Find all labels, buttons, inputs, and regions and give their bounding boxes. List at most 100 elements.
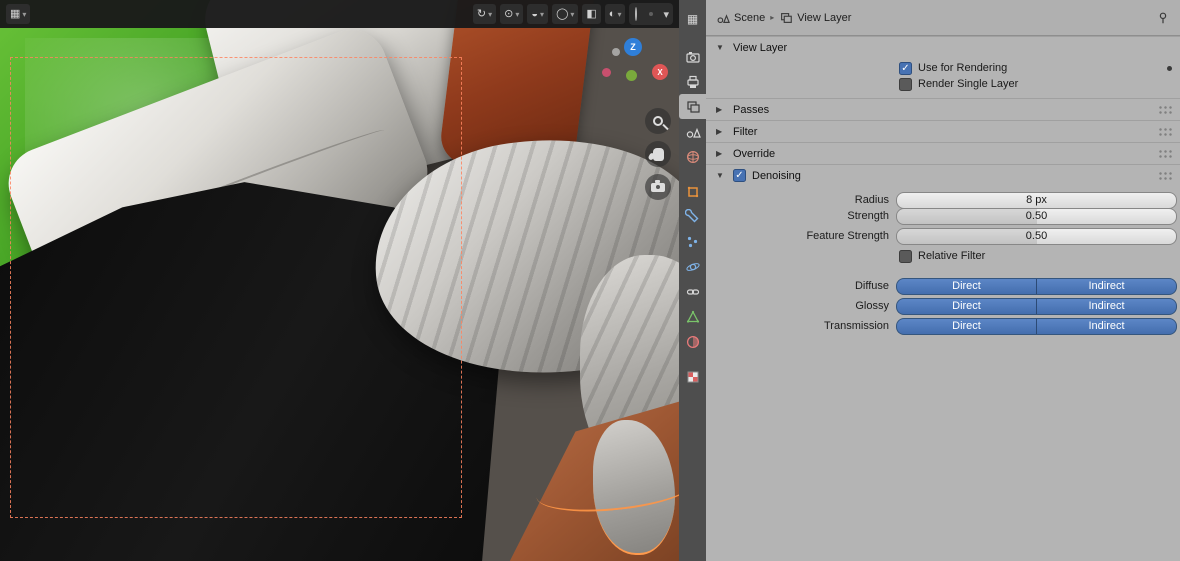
shading-rendered-button[interactable] bbox=[656, 12, 660, 16]
transmission-row: Transmission Direct Indirect bbox=[706, 316, 1180, 336]
tab-material[interactable] bbox=[679, 329, 706, 354]
feature-strength-row: Feature Strength 0.50 bbox=[706, 226, 1180, 246]
diffuse-indirect-button[interactable]: Indirect bbox=[1037, 277, 1177, 295]
tab-world[interactable] bbox=[679, 144, 706, 169]
tab-texture[interactable] bbox=[679, 364, 706, 389]
scene-icon bbox=[686, 127, 701, 138]
strength-label: Strength bbox=[847, 210, 889, 222]
panel-title: Denoising bbox=[752, 169, 801, 182]
scene-icon bbox=[717, 13, 730, 23]
glossy-indirect-button[interactable]: Indirect bbox=[1037, 297, 1177, 315]
xray-toggle[interactable]: ◧ bbox=[582, 4, 601, 24]
render-single-layer-row: Render Single Layer bbox=[706, 77, 1180, 98]
slider-fill bbox=[897, 208, 1037, 224]
wireframe-icon bbox=[635, 7, 638, 21]
breadcrumb-view-layer[interactable]: View Layer bbox=[779, 11, 851, 25]
slider-fill bbox=[897, 228, 1037, 244]
chevron-down-icon: ▾ bbox=[570, 9, 575, 19]
keyframe-decorator-dot[interactable] bbox=[1167, 65, 1172, 71]
overlays-toggle[interactable]: ◐ ▾ bbox=[604, 4, 626, 24]
tab-physics[interactable] bbox=[679, 254, 706, 279]
panel-drag-grip[interactable] bbox=[1158, 127, 1172, 136]
camera-view-button[interactable] bbox=[645, 174, 671, 200]
gizmo-y-axis[interactable] bbox=[626, 70, 637, 81]
gizmo-neg-x-axis[interactable] bbox=[602, 68, 611, 77]
transmission-direct-button[interactable]: Direct bbox=[896, 317, 1037, 335]
chevron-down-icon: ▾ bbox=[663, 8, 669, 21]
editor-type-icon: ▦ bbox=[10, 7, 21, 20]
glossy-buttons: Direct Indirect bbox=[896, 297, 1177, 315]
glossy-row: Glossy Direct Indirect bbox=[706, 296, 1180, 316]
properties-editor: Scene ▸ View Layer ▼ View Layer ✓ Use fo… bbox=[706, 0, 1180, 561]
breadcrumb-scene[interactable]: Scene bbox=[716, 11, 765, 25]
relative-filter-checkbox[interactable] bbox=[899, 249, 912, 263]
tab-view-layer[interactable] bbox=[679, 94, 706, 119]
tab-object[interactable] bbox=[679, 179, 706, 204]
snap-button[interactable]: ◒ ▾ bbox=[527, 4, 549, 24]
panel-title: Passes bbox=[733, 103, 770, 116]
use-for-rendering-checkbox[interactable]: ✓ bbox=[899, 61, 912, 75]
panel-header-passes[interactable]: ▶ Passes bbox=[706, 98, 1180, 120]
render-single-layer-checkbox[interactable] bbox=[899, 77, 912, 91]
strength-slider[interactable]: 0.50 bbox=[896, 207, 1177, 225]
panel-drag-grip[interactable] bbox=[1158, 171, 1172, 180]
panel-drag-grip[interactable] bbox=[1158, 105, 1172, 114]
panel-header-filter[interactable]: ▶ Filter bbox=[706, 120, 1180, 142]
xray-icon: ◧ bbox=[586, 7, 597, 20]
panel-header-override[interactable]: ▶ Override bbox=[706, 142, 1180, 164]
panel-title: Override bbox=[733, 147, 776, 160]
panel-open-icon: ▼ bbox=[716, 43, 724, 52]
properties-editor-type-button[interactable]: ▦ bbox=[679, 6, 706, 32]
blender-window: ▦ ▾ ↻ ▾ ⊙ ▾ ◒ ▾ ◯ ▾ ◧ ◐ ▾ ▾ Z X ▦ Scene … bbox=[0, 0, 1180, 561]
transmission-buttons: Direct Indirect bbox=[896, 317, 1177, 335]
radius-number-field[interactable]: 8 px bbox=[896, 191, 1177, 209]
3d-viewport[interactable]: ▦ ▾ ↻ ▾ ⊙ ▾ ◒ ▾ ◯ ▾ ◧ ◐ ▾ ▾ Z X bbox=[0, 0, 679, 561]
panel-title: Filter bbox=[733, 125, 758, 138]
transmission-indirect-button[interactable]: Indirect bbox=[1037, 317, 1177, 335]
zoom-button[interactable] bbox=[645, 108, 671, 134]
proportional-editing-button[interactable]: ◯ ▾ bbox=[552, 4, 579, 24]
panel-closed-icon: ▶ bbox=[716, 127, 723, 136]
texture-checker-icon bbox=[687, 371, 698, 382]
pan-button[interactable] bbox=[645, 141, 671, 167]
pivot-point-button[interactable]: ⊙ ▾ bbox=[500, 4, 524, 24]
gizmo-neg-y-axis[interactable] bbox=[612, 48, 620, 56]
diffuse-row: Diffuse Direct Indirect bbox=[706, 276, 1180, 296]
editor-type-button[interactable]: ▦ ▾ bbox=[6, 4, 31, 24]
camera-icon bbox=[651, 179, 665, 192]
tab-particles[interactable] bbox=[679, 229, 706, 254]
panel-header-view-layer[interactable]: ▼ View Layer bbox=[706, 36, 1180, 58]
tab-modifiers[interactable] bbox=[679, 204, 706, 229]
pin-icon[interactable] bbox=[1156, 11, 1170, 25]
tab-output[interactable] bbox=[679, 69, 706, 94]
tab-object-data[interactable] bbox=[679, 304, 706, 329]
feature-strength-slider[interactable]: 0.50 bbox=[896, 227, 1177, 245]
tab-render[interactable] bbox=[679, 44, 706, 69]
magnet-icon: ◒ bbox=[531, 7, 539, 20]
zoom-icon bbox=[653, 116, 663, 126]
transform-orientation-button[interactable]: ↻ ▾ bbox=[472, 4, 497, 24]
printer-icon bbox=[686, 75, 699, 88]
tab-scene[interactable] bbox=[679, 119, 706, 144]
navigation-gizmo[interactable]: Z X bbox=[596, 30, 679, 118]
diffuse-buttons: Direct Indirect bbox=[896, 277, 1177, 295]
panel-drag-grip[interactable] bbox=[1158, 149, 1172, 158]
use-for-rendering-row: ✓ Use for Rendering bbox=[706, 58, 1180, 78]
shading-material-preview-button[interactable] bbox=[649, 12, 654, 16]
panel-header-denoising[interactable]: ▼ ✓ Denoising bbox=[706, 164, 1180, 186]
denoising-checkbox[interactable]: ✓ bbox=[733, 169, 746, 182]
panel-open-icon: ▼ bbox=[716, 171, 724, 180]
shading-wireframe-button[interactable] bbox=[633, 6, 639, 22]
gizmo-z-axis[interactable]: Z bbox=[624, 38, 642, 56]
breadcrumb-view-layer-label: View Layer bbox=[797, 11, 852, 24]
gizmo-x-axis[interactable]: X bbox=[652, 64, 668, 80]
diffuse-direct-button[interactable]: Direct bbox=[896, 277, 1037, 295]
transmission-label: Transmission bbox=[824, 320, 889, 332]
glossy-direct-button[interactable]: Direct bbox=[896, 297, 1037, 315]
tab-constraints[interactable] bbox=[679, 279, 706, 304]
view-layer-images-icon bbox=[781, 12, 793, 23]
pivot-icon: ⊙ bbox=[504, 7, 514, 20]
shading-solid-button[interactable] bbox=[642, 12, 646, 16]
object-square-icon bbox=[687, 186, 698, 197]
render-camera-icon bbox=[685, 51, 700, 63]
